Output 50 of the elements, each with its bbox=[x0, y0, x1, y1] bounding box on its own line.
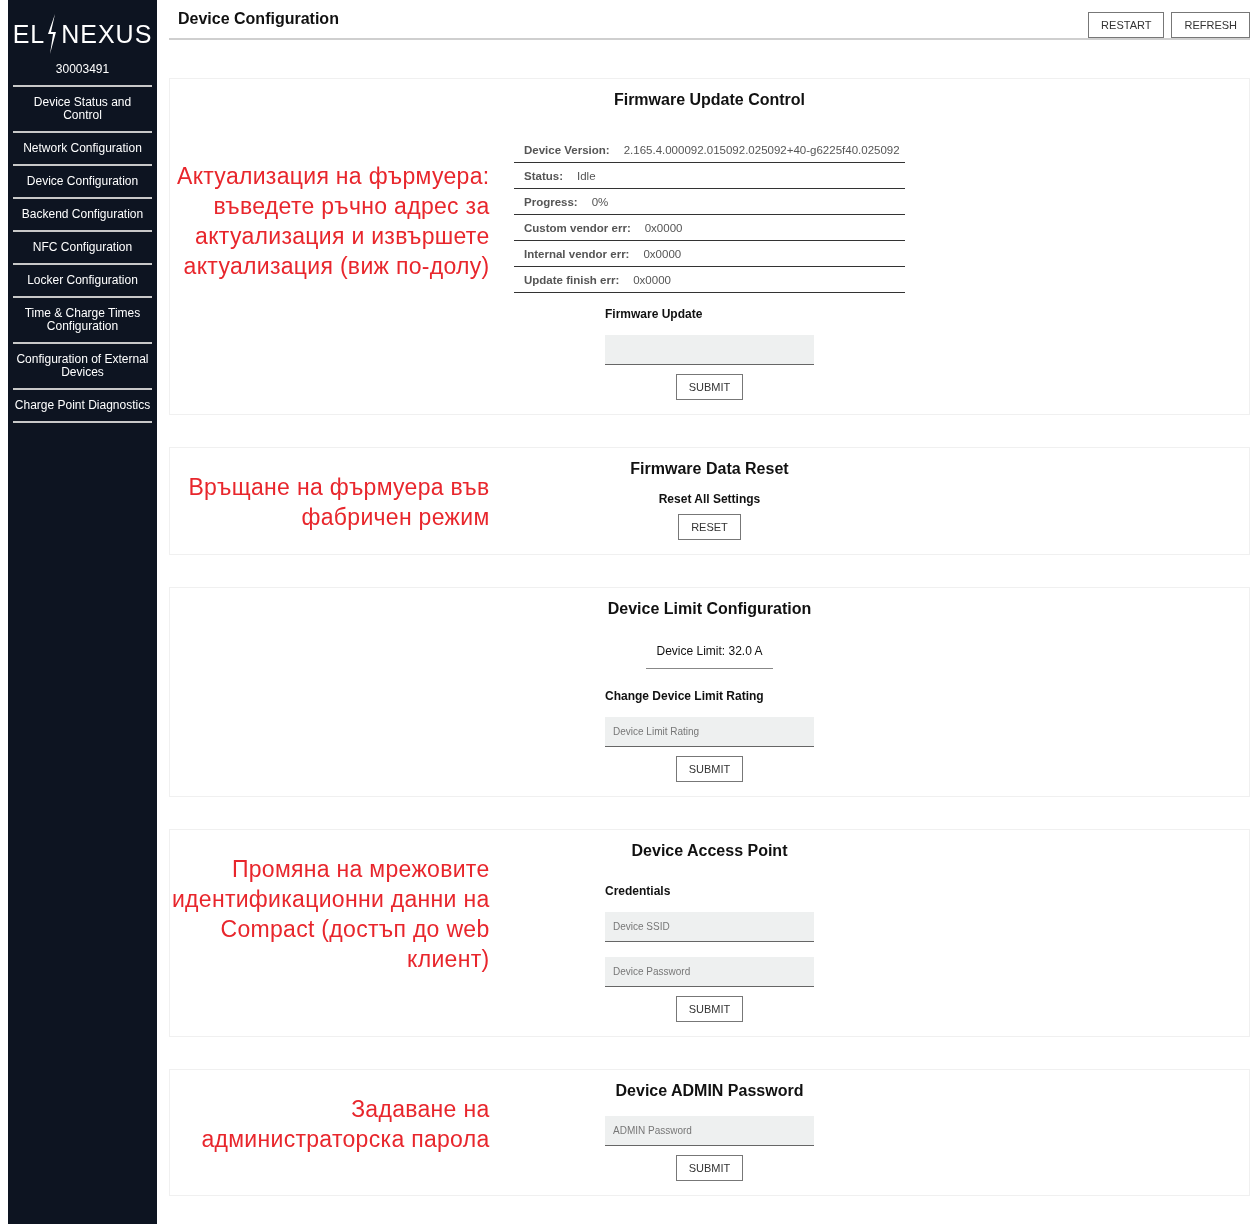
annotation-text: Връщане на фърмуера във фабричен режим bbox=[187, 473, 490, 532]
header-button[interactable]: REFRESH bbox=[1171, 12, 1250, 38]
submit-button[interactable]: RESET bbox=[678, 514, 741, 540]
annotation-text: Промяна на мрежовите идентификационни данни на Compact (достъп до web клиент) bbox=[170, 855, 490, 974]
sidebar-item[interactable]: NFC Configuration bbox=[13, 230, 152, 263]
input-field[interactable]: Device SSID bbox=[605, 912, 814, 942]
sidebar-item[interactable]: Charge Point Diagnostics bbox=[13, 388, 152, 423]
field-label: Progress: bbox=[524, 196, 578, 208]
section-title: Device ADMIN Password bbox=[615, 1082, 804, 1100]
section-title: Firmware Update Control bbox=[613, 91, 806, 109]
subheading: Credentials bbox=[605, 884, 672, 898]
section-title: Device Access Point bbox=[631, 842, 788, 860]
sidebar-item[interactable]: Backend Configuration bbox=[13, 197, 152, 230]
submit-button[interactable]: SUBMIT bbox=[675, 996, 744, 1022]
submit-button[interactable]: SUBMIT bbox=[675, 756, 744, 782]
field-value: 0x0000 bbox=[643, 248, 682, 260]
input-field[interactable]: ADMIN Password bbox=[605, 1116, 814, 1146]
logo: EL NEXUS bbox=[12, 14, 153, 54]
sidebar-item[interactable]: Network Configuration bbox=[13, 131, 152, 164]
input-field[interactable] bbox=[605, 335, 814, 365]
field-value: 0% bbox=[591, 196, 609, 208]
field-value: 0x0000 bbox=[633, 274, 671, 286]
section-title: Firmware Data Reset bbox=[630, 460, 789, 478]
subheading: Reset All Settings bbox=[658, 492, 761, 506]
sidebar-item[interactable]: Configuration of External Devices bbox=[13, 342, 152, 388]
submit-button[interactable]: SUBMIT bbox=[675, 374, 744, 400]
annotation-text: Задаване на администраторска парола bbox=[200, 1095, 490, 1154]
sidebar-item[interactable]: Device Status and Control bbox=[13, 85, 152, 131]
serial-number: 30003491 bbox=[55, 62, 110, 76]
field-value: 0x0000 bbox=[644, 222, 683, 234]
annotation-text: Актуализация на фърмуера: въведете ръчно адрес за актуализация и извършете актуализация (виж по-долу) bbox=[176, 162, 490, 281]
input-field[interactable]: Device Limit Rating bbox=[605, 717, 814, 747]
section-title: Device Limit Configuration bbox=[607, 600, 812, 618]
field-label: Update finish err: bbox=[524, 274, 620, 286]
subheading: Firmware Update bbox=[605, 307, 704, 321]
sidebar-item[interactable]: Device Configuration bbox=[13, 164, 152, 197]
subheading: Change Device Limit Rating bbox=[605, 689, 765, 703]
field-label: Device Version: bbox=[524, 144, 610, 156]
field-label: Internal vendor err: bbox=[524, 248, 630, 260]
field-value: Idle bbox=[577, 170, 596, 182]
field-label: Status: bbox=[524, 170, 563, 182]
header-button[interactable]: RESTART bbox=[1088, 12, 1165, 38]
field-value: 2.165.4.000092.015092.025092+40-g6225f40.025092 bbox=[623, 144, 900, 156]
sidebar-item[interactable]: Time & Charge Times Configuration bbox=[13, 296, 152, 342]
submit-button[interactable]: SUBMIT bbox=[675, 1155, 744, 1181]
input-field[interactable]: Device Password bbox=[605, 957, 814, 987]
page-title: Device Configuration bbox=[178, 10, 339, 28]
field-label: Custom vendor err: bbox=[524, 222, 631, 234]
sidebar-item[interactable]: Locker Configuration bbox=[13, 263, 152, 296]
device-limit-reading: Device Limit: 32.0 A bbox=[646, 628, 773, 669]
